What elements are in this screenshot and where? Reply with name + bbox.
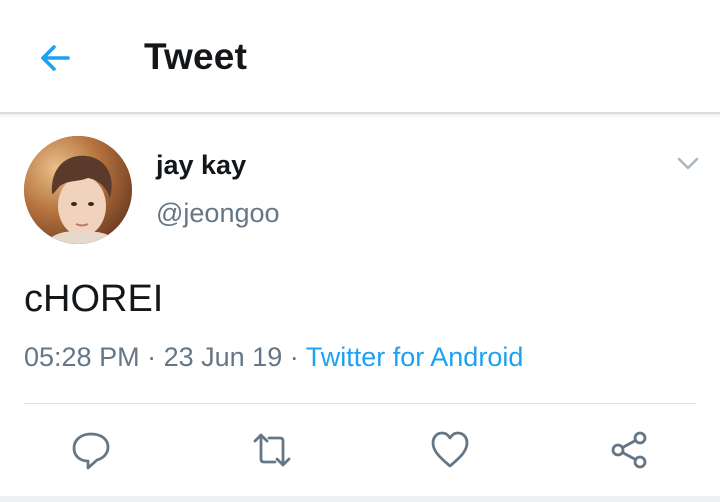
avatar-photo [24,136,132,244]
tweet-text: cHOREI [24,278,164,320]
meta-separator: · [147,342,157,372]
arrow-left-icon [41,45,70,71]
tweet-meta: 05:28 PM · 23 Jun 19 · Twitter for Andro… [24,342,523,373]
user-handle[interactable]: @jeongoo [156,198,280,229]
tweet-time: 05:28 PM [24,342,140,372]
meta-separator: · [289,342,299,372]
display-name[interactable]: jay kay [156,150,246,181]
avatar[interactable] [24,136,132,244]
share-button[interactable] [607,428,651,472]
more-options-button[interactable] [674,152,702,176]
tweet-source-link[interactable]: Twitter for Android [306,342,524,372]
reply-icon [72,432,110,470]
retweet-icon [253,433,291,467]
like-button[interactable] [428,428,472,472]
bottom-divider [0,496,720,502]
share-icon [611,431,647,469]
back-button[interactable] [34,36,78,80]
chevron-down-icon [677,157,699,170]
tweet-date: 23 Jun 19 [163,342,283,372]
like-icon [431,431,469,468]
top-app-bar: Tweet [0,0,720,114]
page-title: Tweet [144,36,248,77]
reply-button[interactable] [69,428,113,472]
divider [24,403,696,404]
retweet-button[interactable] [250,428,294,472]
